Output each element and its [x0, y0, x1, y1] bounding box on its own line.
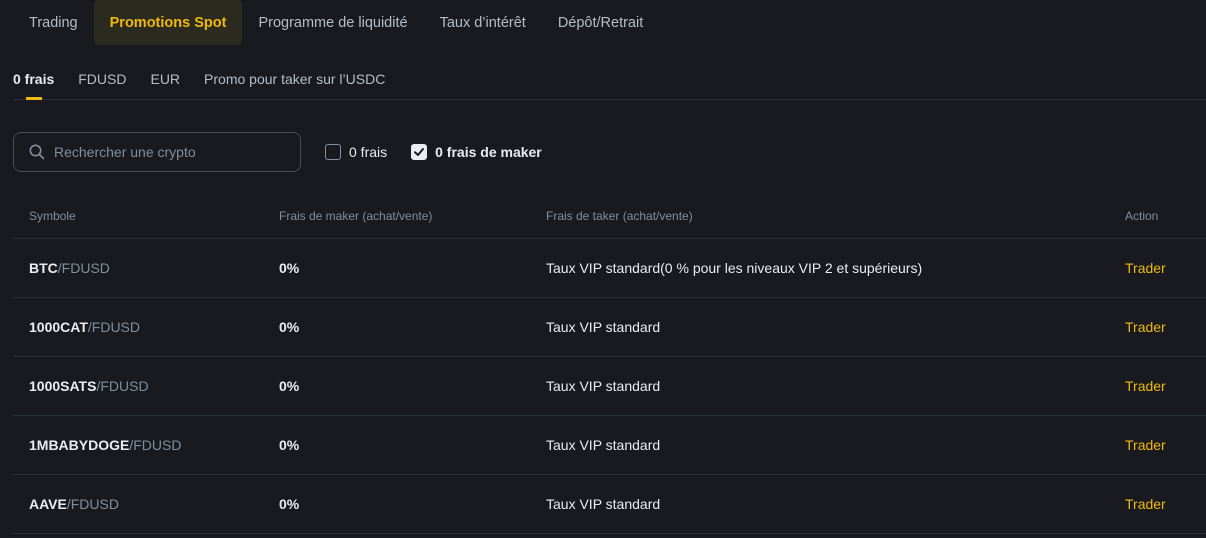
- taker-fee-value: Taux VIP standard: [546, 496, 661, 512]
- quote-asset: /FDUSD: [87, 319, 141, 335]
- subtab-usdc-taker-promo[interactable]: Promo pour taker sur l’USDC: [204, 60, 385, 100]
- header-action: Action: [1125, 209, 1159, 223]
- action-cell: Trader: [1125, 416, 1206, 474]
- quote-asset: /FDUSD: [57, 260, 110, 276]
- trade-link[interactable]: Trader: [1125, 496, 1166, 512]
- table-row: 1MBABYDOGE/FDUSD 0% Taux VIP standard Tr…: [13, 416, 1206, 475]
- trade-link[interactable]: Trader: [1125, 260, 1166, 276]
- trade-link[interactable]: Trader: [1125, 378, 1166, 394]
- subtab-eur[interactable]: EUR: [150, 60, 180, 100]
- header-symbol: Symbole: [29, 209, 76, 223]
- search-icon: [28, 143, 46, 161]
- maker-fee-value: 0%: [279, 378, 300, 394]
- quote-asset: /FDUSD: [96, 378, 149, 394]
- table-row: 1000CAT/FDUSD 0% Taux VIP standard Trade…: [13, 298, 1206, 357]
- taker-fee-cell: Taux VIP standard: [546, 475, 1125, 533]
- maker-fee-cell: 0%: [279, 475, 546, 533]
- sub-tab-bar: 0 frais FDUSD EUR Promo pour taker sur l…: [13, 60, 1206, 100]
- tab-interest-rates[interactable]: Taux d’intérêt: [424, 0, 542, 45]
- taker-fee-cell: Taux VIP standard(0 % pour les niveaux V…: [546, 239, 1125, 297]
- zero-fee-checkbox[interactable]: 0 frais: [325, 144, 387, 160]
- base-asset: 1MBABYDOGE: [29, 437, 130, 453]
- table-header: Symbole Frais de maker (achat/vente) Fra…: [13, 194, 1206, 239]
- maker-fee-value: 0%: [279, 260, 300, 276]
- header-maker-fee: Frais de maker (achat/vente): [279, 209, 433, 223]
- taker-fee-value: Taux VIP standard: [546, 437, 661, 453]
- header-taker-fee: Frais de taker (achat/vente): [546, 209, 693, 223]
- quote-asset: /FDUSD: [66, 496, 119, 512]
- action-cell: Trader: [1125, 475, 1206, 533]
- filter-bar: 0 frais 0 frais de maker: [13, 132, 542, 172]
- zero-maker-fee-checkbox[interactable]: 0 frais de maker: [411, 144, 542, 160]
- base-asset: BTC: [29, 260, 58, 276]
- fee-table: Symbole Frais de maker (achat/vente) Fra…: [13, 194, 1206, 534]
- taker-fee-cell: Taux VIP standard: [546, 357, 1125, 415]
- symbol-cell: 1000SATS/FDUSD: [13, 357, 279, 415]
- symbol-cell: AAVE/FDUSD: [13, 475, 279, 533]
- quote-asset: /FDUSD: [129, 437, 182, 453]
- maker-fee-cell: 0%: [279, 357, 546, 415]
- tab-liquidity-program[interactable]: Programme de liquidité: [242, 0, 423, 45]
- trade-link[interactable]: Trader: [1125, 319, 1166, 335]
- maker-fee-value: 0%: [279, 319, 300, 335]
- symbol-cell: 1000CAT/FDUSD: [13, 298, 279, 356]
- tab-deposit-withdraw[interactable]: Dépôt/Retrait: [542, 0, 659, 45]
- base-asset: 1000CAT: [29, 319, 88, 335]
- symbol-cell: BTC/FDUSD: [13, 239, 279, 297]
- checkbox-checked-icon: [411, 144, 428, 160]
- subtab-zero-fee[interactable]: 0 frais: [13, 60, 54, 100]
- taker-fee-value: Taux VIP standard: [546, 378, 661, 394]
- maker-fee-cell: 0%: [279, 298, 546, 356]
- zero-fee-label: 0 frais: [349, 144, 388, 160]
- taker-fee-cell: Taux VIP standard: [546, 416, 1125, 474]
- base-asset: 1000SATS: [29, 378, 97, 394]
- taker-fee-cell: Taux VIP standard: [546, 298, 1125, 356]
- action-cell: Trader: [1125, 357, 1206, 415]
- maker-fee-cell: 0%: [279, 416, 546, 474]
- taker-fee-value: Taux VIP standard: [546, 319, 661, 335]
- action-cell: Trader: [1125, 298, 1206, 356]
- tab-trading[interactable]: Trading: [13, 0, 94, 45]
- maker-fee-value: 0%: [279, 496, 300, 512]
- top-tab-bar: Trading Promotions Spot Programme de liq…: [13, 0, 659, 45]
- table-row: BTC/FDUSD 0% Taux VIP standard(0 % pour …: [13, 239, 1206, 298]
- zero-maker-fee-label: 0 frais de maker: [435, 144, 542, 160]
- trade-link[interactable]: Trader: [1125, 437, 1166, 453]
- search-input[interactable]: [54, 144, 274, 160]
- maker-fee-cell: 0%: [279, 239, 546, 297]
- table-row: 1000SATS/FDUSD 0% Taux VIP standard Trad…: [13, 357, 1206, 416]
- search-box[interactable]: [13, 132, 301, 172]
- taker-fee-value: Taux VIP standard(0 % pour les niveaux V…: [546, 260, 923, 276]
- action-cell: Trader: [1125, 239, 1206, 297]
- symbol-cell: 1MBABYDOGE/FDUSD: [13, 416, 279, 474]
- table-row: AAVE/FDUSD 0% Taux VIP standard Trader: [13, 475, 1206, 534]
- checkbox-unchecked-icon: [325, 144, 341, 160]
- base-asset: AAVE: [29, 496, 67, 512]
- maker-fee-value: 0%: [279, 437, 300, 453]
- subtab-fdusd[interactable]: FDUSD: [78, 60, 126, 100]
- tab-promotions-spot[interactable]: Promotions Spot: [93, 0, 243, 45]
